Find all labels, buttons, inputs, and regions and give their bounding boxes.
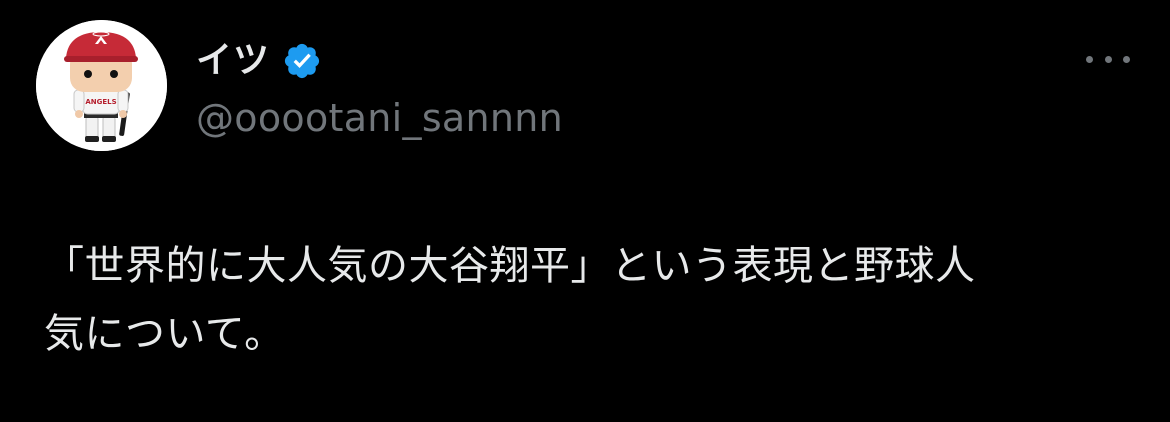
verified-badge-icon[interactable] <box>282 41 322 81</box>
baseball-player-figure-icon: ANGELS <box>36 20 167 151</box>
display-name[interactable]: イツ <box>196 34 270 88</box>
more-options-icon[interactable] <box>1086 46 1130 72</box>
name-row: イツ <box>196 34 563 88</box>
tweet-text: 「世界的に大人気の大谷翔平」という表現と野球人 気について。 <box>44 232 1134 368</box>
more-dot <box>1086 55 1093 63</box>
tweet-text-line: 「世界的に大人気の大谷翔平」という表現と野球人 <box>44 243 976 289</box>
svg-text:ANGELS: ANGELS <box>85 98 116 106</box>
author-info[interactable]: イツ @ooootani_sannnn <box>196 34 563 142</box>
user-handle[interactable]: @ooootani_sannnn <box>196 94 563 142</box>
tweet[interactable]: ANGELS イツ @ooootani_sannnn 「世界的に大人気の大谷翔平… <box>0 0 1170 422</box>
avatar[interactable]: ANGELS <box>36 20 167 151</box>
more-dot <box>1123 55 1130 63</box>
more-dot <box>1104 55 1112 63</box>
tweet-text-line: 気について。 <box>44 311 285 357</box>
